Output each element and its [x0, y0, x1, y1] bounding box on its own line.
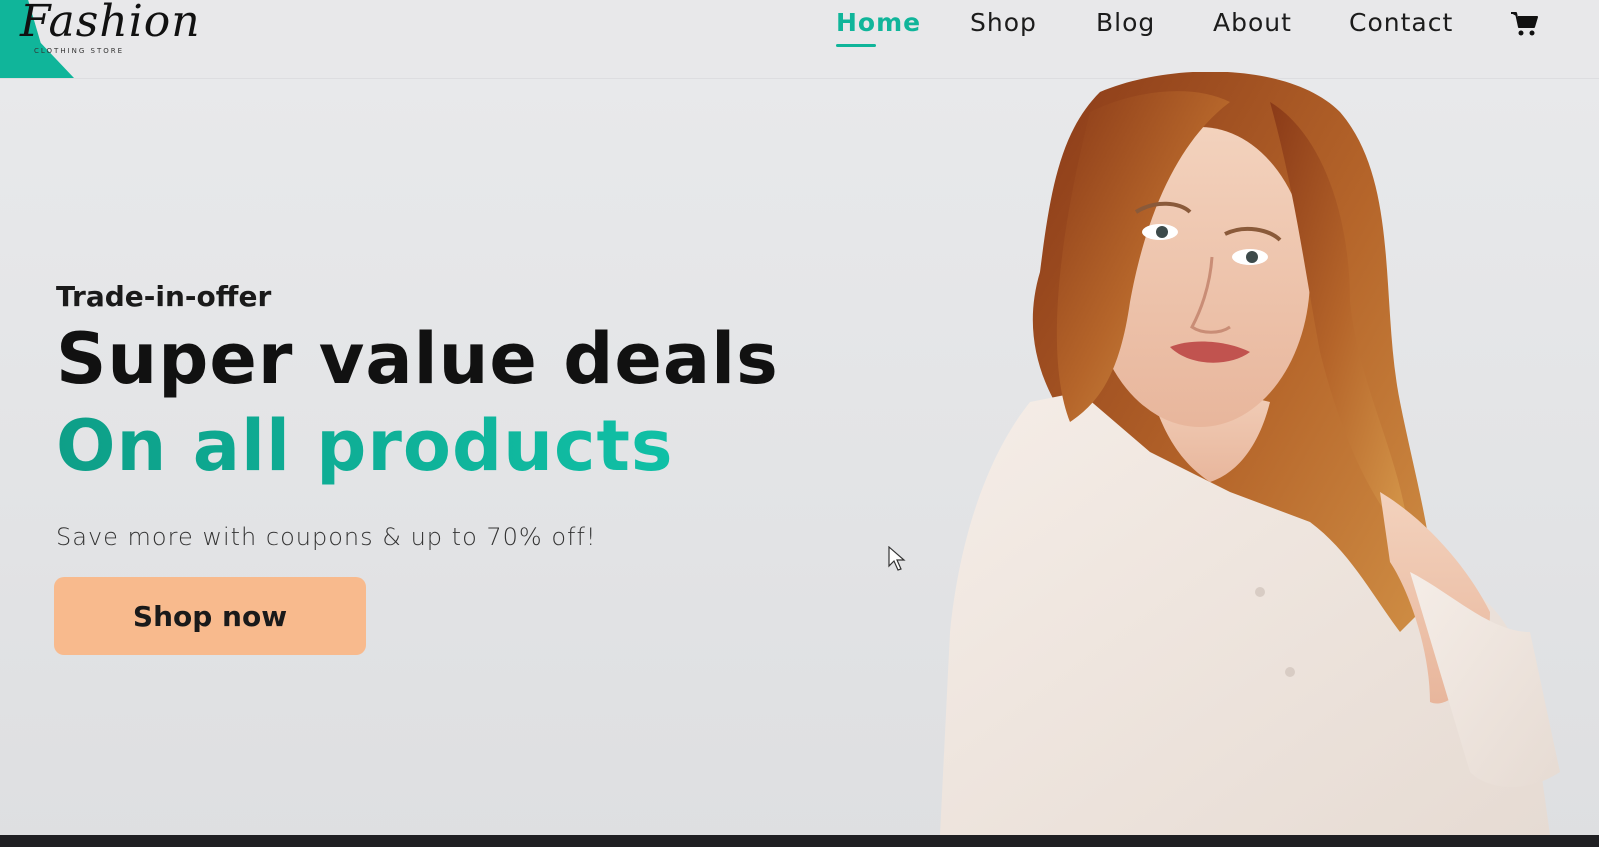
hero-subheadline: On all products: [56, 405, 674, 487]
shop-now-button[interactable]: Shop now: [54, 577, 366, 655]
nav-item-blog[interactable]: Blog: [1096, 8, 1155, 37]
brand-logo[interactable]: Fashion: [20, 0, 201, 47]
nav-item-shop[interactable]: Shop: [970, 8, 1037, 37]
hero-headline: Super value deals: [56, 318, 779, 400]
hero-tagline: Save more with coupons & up to 70% off!: [56, 523, 597, 551]
hero-kicker: Trade-in-offer: [56, 280, 272, 313]
monitor-bezel: [0, 835, 1599, 847]
top-navbar: Fashion CLOTHING STORE Home Shop Blog Ab…: [0, 0, 1599, 79]
brand-tagline: CLOTHING STORE: [34, 47, 125, 55]
shopping-cart-icon[interactable]: [1510, 10, 1540, 38]
active-nav-indicator: [836, 44, 876, 47]
mouse-pointer-icon: [888, 546, 906, 571]
model-photo: [940, 72, 1560, 835]
nav-item-contact[interactable]: Contact: [1349, 8, 1453, 37]
nav-item-about[interactable]: About: [1213, 8, 1292, 37]
nav-item-home[interactable]: Home: [836, 8, 921, 37]
